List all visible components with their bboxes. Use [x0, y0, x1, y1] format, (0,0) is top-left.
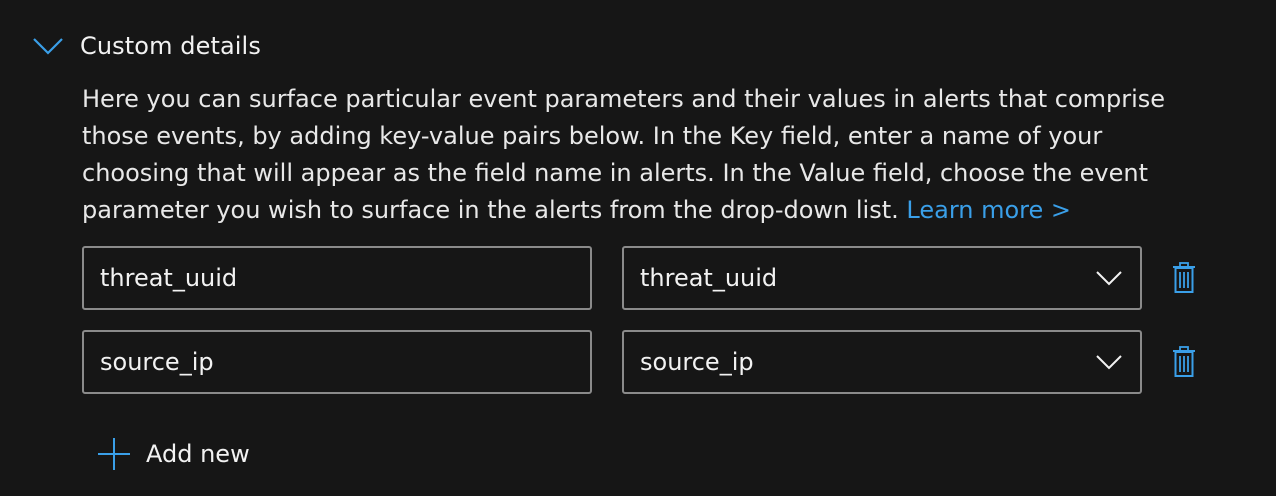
trash-icon[interactable] — [1166, 260, 1202, 296]
value-selected: source_ip — [640, 348, 754, 376]
learn-more-link[interactable]: Learn more > — [906, 196, 1071, 224]
chevron-down-icon[interactable] — [30, 34, 66, 58]
value-dropdown[interactable]: source_ip — [622, 330, 1142, 394]
custom-details-toggle[interactable]: Custom details — [30, 24, 261, 68]
key-input[interactable] — [82, 330, 592, 394]
value-selected: threat_uuid — [640, 264, 778, 292]
add-new-button[interactable]: Add new — [96, 434, 250, 474]
section-description: Here you can surface particular event pa… — [82, 81, 1202, 229]
chevron-down-icon — [1094, 268, 1124, 288]
chevron-down-icon — [1094, 352, 1124, 372]
add-new-label: Add new — [146, 440, 250, 468]
key-input[interactable] — [82, 246, 592, 310]
trash-icon[interactable] — [1166, 344, 1202, 380]
plus-icon — [96, 436, 132, 472]
value-dropdown[interactable]: threat_uuid — [622, 246, 1142, 310]
custom-detail-row: threat_uuid — [82, 246, 1212, 310]
section-title: Custom details — [80, 32, 261, 60]
custom-detail-row: source_ip — [82, 330, 1212, 394]
